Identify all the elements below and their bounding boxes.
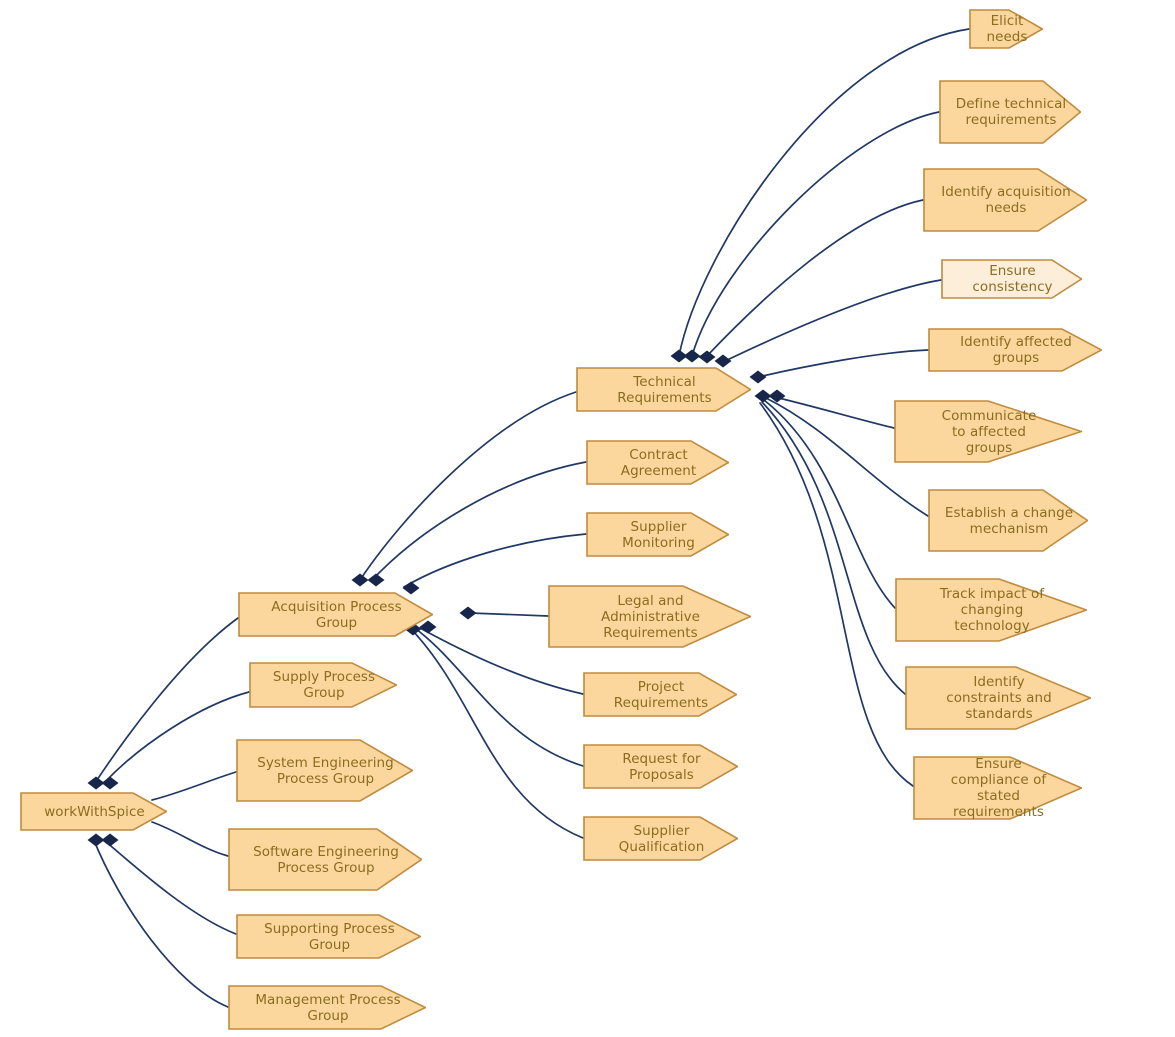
mindmap-node-supmon[interactable]: Supplier Monitoring — [586, 512, 729, 557]
node-label: Identify affected groups — [960, 334, 1072, 366]
mindmap-node-supqual[interactable]: Supplier Qualification — [583, 816, 738, 861]
node-label: Technical Requirements — [617, 373, 712, 406]
node-label: Elicit needs — [986, 13, 1028, 45]
node-label: Management Process Group — [255, 991, 401, 1024]
mindmap-node-idcon[interactable]: Identify constraints and standards — [905, 666, 1091, 730]
mindmap-node-supp[interactable]: Supporting Process Group — [236, 914, 421, 959]
node-label: Communicate to affected groups — [941, 407, 1037, 456]
node-label: Identify constraints and standards — [946, 674, 1052, 722]
node-label: Project Requirements — [613, 678, 709, 711]
mindmap-node-syseng[interactable]: System Engineering Process Group — [236, 739, 413, 802]
node-label: Ensure compliance of stated requirements — [950, 756, 1047, 820]
node-label: Contract Agreement — [620, 446, 697, 479]
mindmap-node-contr[interactable]: Contract Agreement — [586, 440, 729, 485]
node-label: Ensure consistency — [972, 263, 1053, 295]
mindmap-node-techreq[interactable]: Technical Requirements — [576, 367, 751, 412]
mindmap-node-supply[interactable]: Supply Process Group — [249, 662, 397, 708]
mindmap-canvas: workWithSpice Acquisition Process Group Su… — [0, 0, 1175, 1037]
node-label: Supplier Monitoring — [622, 518, 695, 551]
node-label: Track impact of changing technology — [939, 586, 1045, 634]
mindmap-node-legal[interactable]: Legal and Administrative Requirements — [548, 585, 751, 648]
mindmap-node-mgmt[interactable]: Management Process Group — [228, 985, 426, 1030]
mindmap-node-elicit[interactable]: Elicit needs — [969, 9, 1043, 49]
node-label: Legal and Administrative Requirements — [601, 592, 700, 641]
node-label: Supply Process Group — [272, 669, 376, 701]
mindmap-node-defreq[interactable]: Define technical requirements — [939, 80, 1081, 144]
node-label: Supplier Qualification — [618, 822, 705, 855]
mindmap-node-comm[interactable]: Communicate to affected groups — [894, 400, 1082, 463]
mindmap-node-rfp[interactable]: Request for Proposals — [583, 744, 738, 789]
mindmap-node-ensc[interactable]: Ensure compliance of stated requirements — [913, 756, 1082, 820]
node-label: Acquisition Process Group — [271, 598, 402, 631]
node-label: Software Engineering Process Group — [253, 843, 399, 876]
mindmap-node-track[interactable]: Track impact of changing technology — [895, 578, 1087, 642]
mindmap-node-idaff[interactable]: Identify affected groups — [928, 328, 1102, 372]
node-label: Define technical requirements — [955, 96, 1067, 128]
mindmap-node-acq[interactable]: Acquisition Process Group — [238, 592, 433, 637]
mindmap-node-root[interactable]: workWithSpice — [20, 792, 167, 831]
node-label: Request for Proposals — [622, 750, 701, 783]
mindmap-node-projreq[interactable]: Project Requirements — [583, 672, 737, 717]
node-label: workWithSpice — [44, 803, 145, 820]
mindmap-node-ensure[interactable]: Ensure consistency — [941, 259, 1082, 299]
mindmap-node-sweng[interactable]: Software Engineering Process Group — [228, 828, 422, 891]
node-label: Establish a change mechanism — [944, 504, 1074, 537]
mindmap-node-idacq[interactable]: Identify acquisition needs — [923, 168, 1087, 232]
mindmap-node-estab[interactable]: Establish a change mechanism — [928, 489, 1088, 552]
node-label: Identify acquisition needs — [941, 184, 1071, 216]
node-layer: workWithSpice Acquisition Process Group Su… — [0, 0, 1175, 1037]
node-label: System Engineering Process Group — [257, 754, 394, 787]
node-label: Supporting Process Group — [264, 920, 395, 953]
